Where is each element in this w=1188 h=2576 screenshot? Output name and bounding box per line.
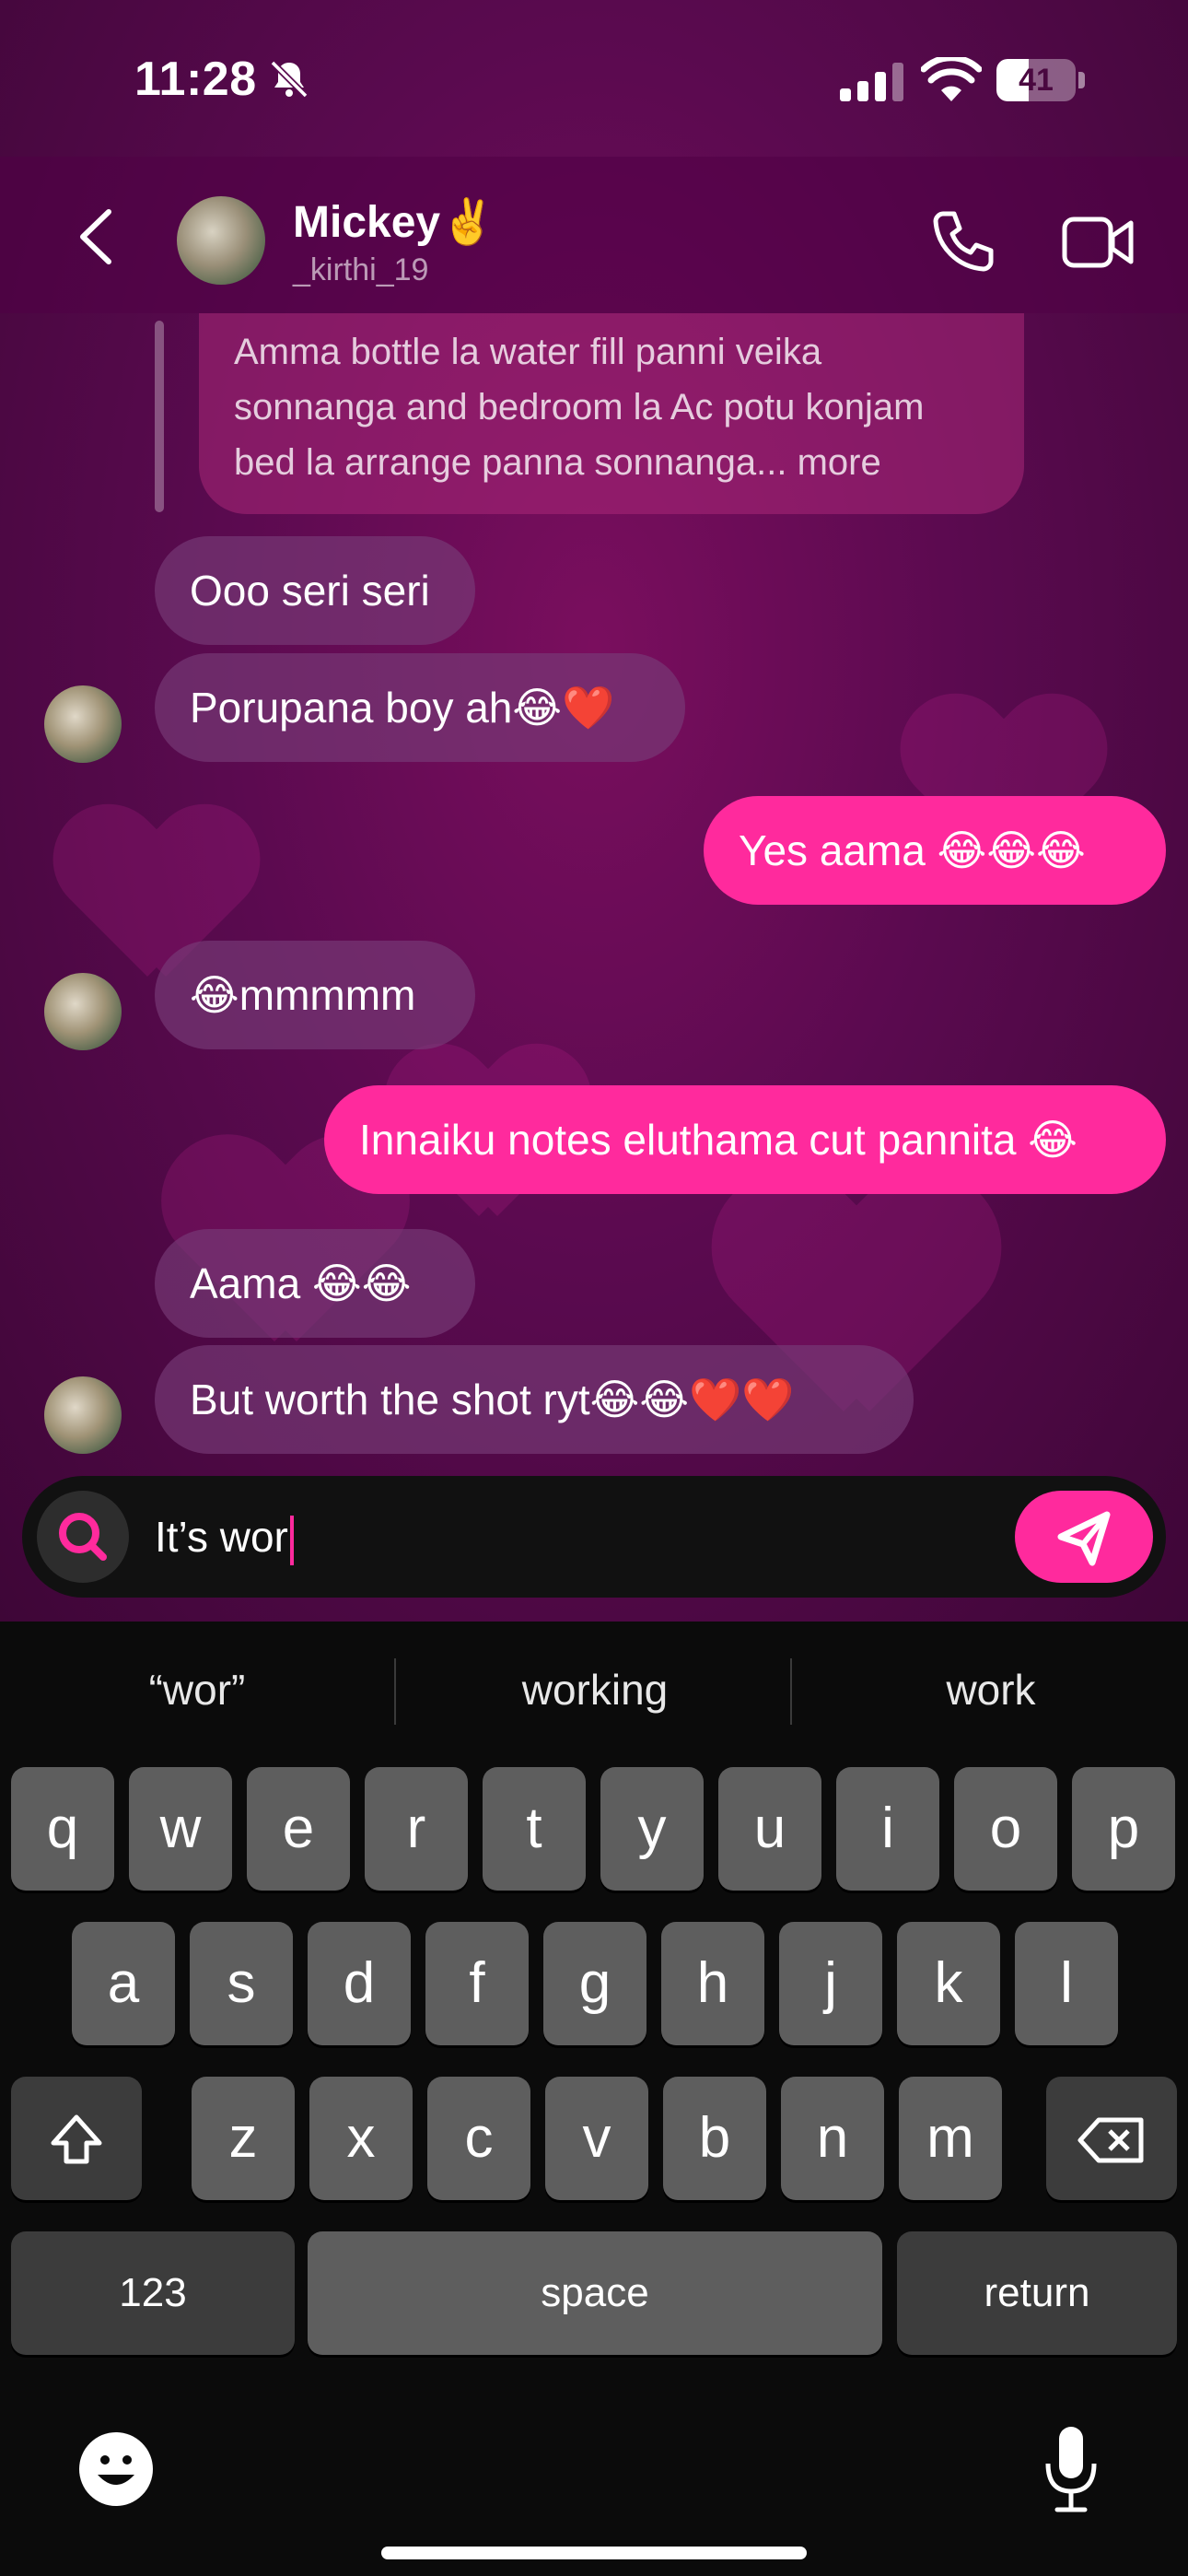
home-indicator bbox=[381, 2547, 807, 2559]
key-c[interactable]: c bbox=[427, 2077, 530, 2200]
shift-key[interactable] bbox=[11, 2077, 142, 2200]
suggestion-work[interactable]: work bbox=[798, 1653, 1184, 1727]
key-z[interactable]: z bbox=[192, 2077, 295, 2200]
message-bubble[interactable]: Innaiku notes eluthama cut pannita 😂 bbox=[324, 1085, 1166, 1194]
signal-icon bbox=[840, 63, 903, 101]
key-r[interactable]: r bbox=[365, 1767, 468, 1891]
message-bubble[interactable]: Yes aama 😂😂😂 bbox=[704, 796, 1166, 905]
delete-key[interactable] bbox=[1046, 2077, 1177, 2200]
key-n[interactable]: n bbox=[781, 2077, 884, 2200]
key-d[interactable]: d bbox=[308, 1922, 411, 2045]
contact-handle[interactable]: _kirthi_19 bbox=[293, 252, 428, 288]
space-key[interactable]: space bbox=[308, 2231, 882, 2355]
send-button[interactable] bbox=[1015, 1491, 1153, 1583]
shift-icon bbox=[51, 2114, 102, 2164]
key-k[interactable]: k bbox=[897, 1922, 1000, 2045]
send-icon bbox=[1057, 1511, 1111, 1566]
text-caret bbox=[289, 1515, 294, 1565]
message-bubble[interactable]: Porupana boy ah😂❤️ bbox=[155, 653, 685, 762]
key-q[interactable]: q bbox=[11, 1767, 114, 1891]
contact-name[interactable]: Mickey✌️ bbox=[293, 195, 495, 248]
chat-background: 11:28 41 Mickey✌️ _kirthi_19 Amma bottle… bbox=[0, 0, 1188, 1622]
key-e[interactable]: e bbox=[247, 1767, 350, 1891]
key-y[interactable]: y bbox=[600, 1767, 704, 1891]
suggestion-divider bbox=[790, 1658, 792, 1725]
message-bubble[interactable]: But worth the shot ryt😂😂❤️❤️ bbox=[155, 1345, 914, 1454]
key-t[interactable]: t bbox=[483, 1767, 586, 1891]
replied-message-preview[interactable]: Amma bottle la water fill panni veika so… bbox=[199, 313, 1024, 514]
message-input[interactable]: It’s wor bbox=[155, 1502, 294, 1572]
key-h[interactable]: h bbox=[661, 1922, 764, 2045]
search-button[interactable] bbox=[37, 1491, 129, 1583]
battery-indicator: 41 bbox=[996, 59, 1085, 101]
search-icon bbox=[59, 1513, 107, 1561]
reply-indicator bbox=[155, 321, 164, 512]
back-chevron-icon[interactable] bbox=[66, 205, 131, 269]
status-time: 11:28 bbox=[134, 53, 257, 106]
return-key[interactable]: return bbox=[897, 2231, 1177, 2355]
chat-header: Mickey✌️ _kirthi_19 bbox=[0, 157, 1188, 313]
sender-avatar[interactable] bbox=[44, 1376, 122, 1454]
numbers-key[interactable]: 123 bbox=[11, 2231, 295, 2355]
sender-avatar[interactable] bbox=[44, 973, 122, 1050]
sender-avatar[interactable] bbox=[44, 685, 122, 763]
contact-avatar[interactable] bbox=[177, 196, 265, 285]
key-p[interactable]: p bbox=[1072, 1767, 1175, 1891]
key-s[interactable]: s bbox=[190, 1922, 293, 2045]
key-u[interactable]: u bbox=[718, 1767, 821, 1891]
message-bubble[interactable]: Ooo seri seri bbox=[155, 536, 475, 645]
key-a[interactable]: a bbox=[72, 1922, 175, 2045]
message-input-text: It’s wor bbox=[155, 1513, 288, 1561]
emoji-keyboard-icon[interactable] bbox=[77, 2430, 155, 2508]
key-m[interactable]: m bbox=[899, 2077, 1002, 2200]
message-composer: It’s wor bbox=[22, 1476, 1166, 1598]
key-g[interactable]: g bbox=[543, 1922, 646, 2045]
key-i[interactable]: i bbox=[836, 1767, 939, 1891]
phone-call-icon[interactable] bbox=[926, 205, 1000, 278]
backspace-icon bbox=[1077, 2117, 1144, 2163]
suggestion-divider bbox=[394, 1658, 396, 1725]
status-bar: 11:28 41 bbox=[0, 0, 1188, 157]
key-v[interactable]: v bbox=[545, 2077, 648, 2200]
battery-percent: 41 bbox=[1019, 63, 1054, 98]
suggestion-working[interactable]: working bbox=[402, 1653, 788, 1727]
key-w[interactable]: w bbox=[129, 1767, 232, 1891]
key-o[interactable]: o bbox=[954, 1767, 1057, 1891]
keyboard: “wor” working work qwertyuiop asdfghjkl zx… bbox=[0, 1622, 1188, 2576]
key-j[interactable]: j bbox=[779, 1922, 882, 2045]
key-x[interactable]: x bbox=[309, 2077, 413, 2200]
suggestion-quoted[interactable]: “wor” bbox=[4, 1653, 390, 1727]
key-f[interactable]: f bbox=[425, 1922, 529, 2045]
wifi-icon bbox=[921, 57, 982, 101]
bell-muted-icon bbox=[270, 60, 309, 99]
message-bubble[interactable]: 😂mmmmm bbox=[155, 941, 475, 1049]
message-bubble[interactable]: Aama 😂😂 bbox=[155, 1229, 475, 1338]
key-l[interactable]: l bbox=[1015, 1922, 1118, 2045]
key-b[interactable]: b bbox=[663, 2077, 766, 2200]
video-call-icon[interactable] bbox=[1059, 205, 1136, 278]
microphone-icon[interactable] bbox=[1041, 2423, 1101, 2515]
